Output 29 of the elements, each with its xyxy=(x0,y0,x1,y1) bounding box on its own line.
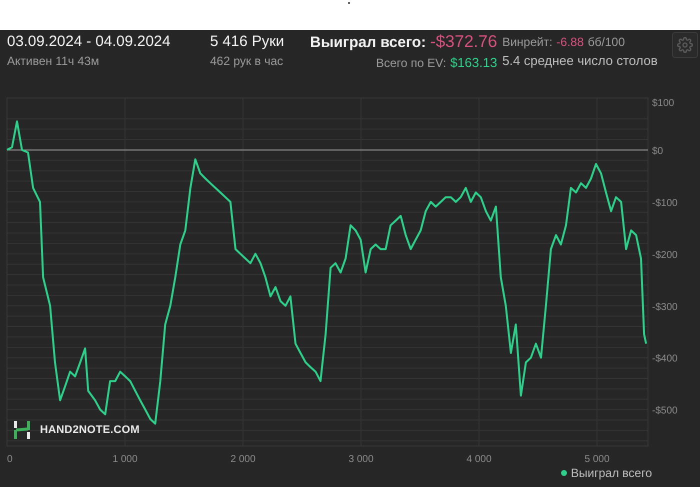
axis-label: -$500 xyxy=(652,406,678,417)
hands-per-hour: 462 рук в час xyxy=(210,53,284,70)
axis-label: 1 000 xyxy=(112,454,138,465)
axis-label: -$300 xyxy=(652,302,678,313)
won-label: Выиграл всего: xyxy=(310,33,426,53)
axis-label: 4 000 xyxy=(466,454,492,465)
logo-icon xyxy=(12,420,32,440)
winrate-value: -6.88 xyxy=(556,34,584,51)
date-range: 03.09.2024 - 04.09.2024 xyxy=(7,32,170,52)
logo-text: HAND2NOTE.COM xyxy=(40,424,140,436)
legend-label: Выиграл всего xyxy=(570,466,652,480)
axis-label: -$400 xyxy=(652,354,678,365)
ev-label: Всего по EV: xyxy=(376,56,446,70)
axis-label: 2 000 xyxy=(230,454,256,465)
axis-label: $0 xyxy=(652,146,664,157)
average-tables: 5.4 среднее число столов xyxy=(502,52,658,70)
settings-button[interactable] xyxy=(672,32,698,58)
axis-label: $100 xyxy=(652,98,674,109)
axis-label: 3 000 xyxy=(348,454,374,465)
axis-label: -$200 xyxy=(652,250,678,261)
won-value: -$372.76 xyxy=(430,32,498,52)
ev-value: $163.13 xyxy=(450,54,498,72)
axis-label: 5 000 xyxy=(584,454,610,465)
winrate-unit: бб/100 xyxy=(588,35,625,49)
winrate-label: Винрейт: xyxy=(502,35,552,49)
hands-count: 5 416 Руки xyxy=(210,32,284,52)
axis-label: -$100 xyxy=(652,198,678,209)
active-time: Активен 11ч 43м xyxy=(7,53,100,70)
axis-label: 0 xyxy=(7,454,13,465)
